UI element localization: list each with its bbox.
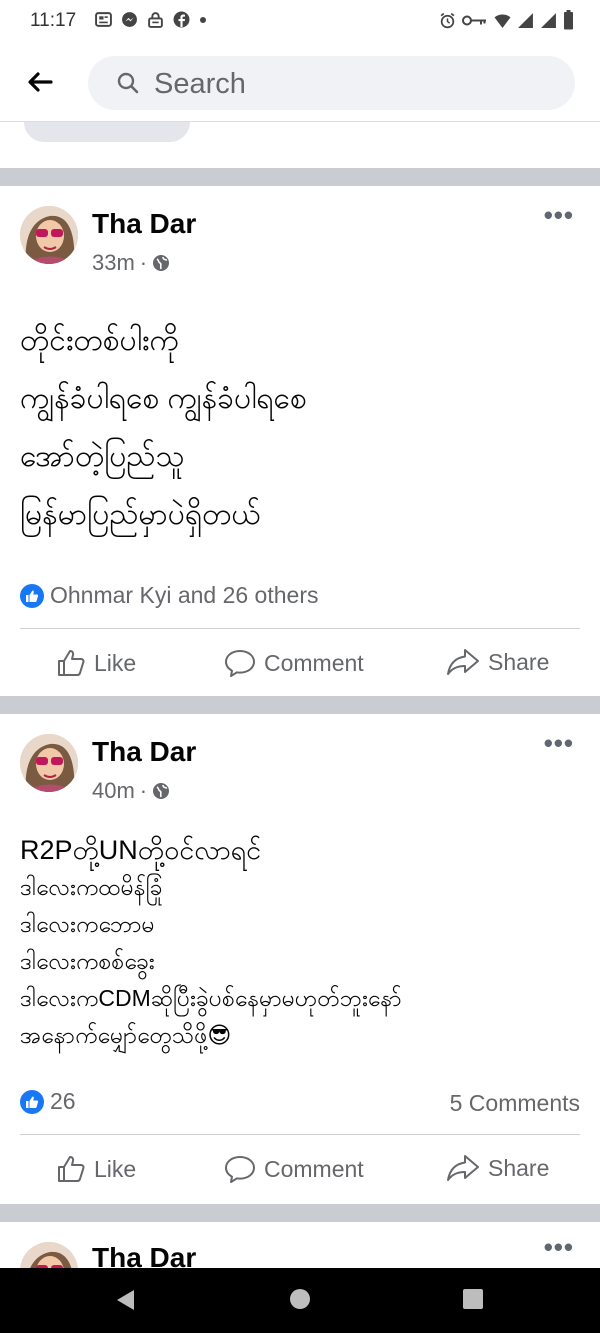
reactions-text: Ohnmar Kyi and 26 others xyxy=(50,582,319,608)
reactions-count: 26 xyxy=(50,1088,76,1114)
share-icon xyxy=(447,1155,479,1181)
reactions-summary[interactable]: Ohnmar Kyi and 26 others xyxy=(20,582,318,609)
comment-icon xyxy=(225,1156,255,1183)
like-button[interactable]: Like xyxy=(56,648,136,678)
square-recents-icon[interactable] xyxy=(462,1288,484,1310)
search-placeholder: Search xyxy=(154,68,246,100)
feed-post: Tha Dar 33m · ••• တိုင်းတစ်ပါးကို ကျွန်ခ… xyxy=(0,186,600,696)
post-author[interactable]: Tha Dar xyxy=(92,208,196,240)
comment-label: Comment xyxy=(264,1155,364,1182)
post-text-line: R2Pတို့UNတို့ဝင်လာရင် xyxy=(20,835,262,865)
feed-divider xyxy=(0,696,600,714)
status-right-icons xyxy=(439,10,574,30)
previous-post-remnant xyxy=(0,122,600,168)
like-label: Like xyxy=(94,1155,137,1182)
status-time: 11:17 xyxy=(30,10,77,31)
feed-post: Tha Dar ••• xyxy=(0,1222,600,1268)
news-icon xyxy=(95,12,112,27)
triangle-back-icon[interactable] xyxy=(114,1288,136,1312)
avatar[interactable] xyxy=(20,1242,78,1268)
lock-icon xyxy=(148,12,163,28)
meta-separator: · xyxy=(139,778,148,803)
avatar-photo xyxy=(20,1242,78,1268)
like-reaction-icon xyxy=(20,1089,44,1114)
post-text-line: အော်တဲ့ပြည်သူ xyxy=(20,440,185,473)
wifi-icon xyxy=(494,14,511,28)
actions-separator xyxy=(20,1134,580,1135)
back-button[interactable] xyxy=(22,64,58,100)
post-meta: 33m · xyxy=(92,250,170,276)
post-text-line: ဒါလေးကထမိန်ခြုံ xyxy=(20,874,163,900)
actions-separator xyxy=(20,628,580,629)
meta-separator: · xyxy=(139,250,148,275)
globe-icon xyxy=(153,255,170,271)
post-meta: 40m · xyxy=(92,778,170,804)
avatar-photo xyxy=(20,206,78,264)
status-bar: 11:17 xyxy=(0,0,600,42)
avatar[interactable] xyxy=(20,206,78,264)
post-time[interactable]: 40m xyxy=(92,778,135,804)
share-label: Share xyxy=(488,648,550,675)
alarm-icon xyxy=(440,12,455,28)
share-button[interactable]: Share xyxy=(446,648,549,676)
post-text-line: ဒါလေးကCDMဆိုပြီးခွဲပစ်နေမှာမဟုတ်ဘူးနော် xyxy=(20,985,402,1011)
battery-icon xyxy=(564,10,573,30)
avatar-photo xyxy=(20,734,78,792)
feed-divider xyxy=(0,168,600,186)
post-time[interactable]: 33m xyxy=(92,250,135,276)
arrow-left-icon xyxy=(28,72,53,92)
thumbs-up-icon xyxy=(58,650,85,676)
globe-icon xyxy=(153,783,170,799)
like-reaction-icon xyxy=(20,583,44,608)
post-body: တိုင်းတစ်ပါးကို ကျွန်ခံပါရစေ ကျွန်ခံပါရစ… xyxy=(20,312,580,544)
post-author[interactable]: Tha Dar xyxy=(92,1242,196,1268)
key-icon xyxy=(462,15,486,25)
post-text-line: မြန်မာပြည်မှာပဲရှိတယ် xyxy=(20,498,261,531)
like-label: Like xyxy=(94,649,137,676)
post-text-line: တိုင်းတစ်ပါးကို xyxy=(20,324,179,357)
post-text-line: အနောက်မျှော်တွေသိဖို့😎 xyxy=(20,1022,232,1048)
feed-post: Tha Dar 40m · ••• R2Pတို့UNတို့ဝင်လာရင် … xyxy=(0,714,600,1220)
post-text-line: ဒါလေးကဘောမ xyxy=(20,911,155,937)
post-author[interactable]: Tha Dar xyxy=(92,736,196,768)
messenger-icon xyxy=(122,12,137,27)
signal-icon xyxy=(518,12,533,28)
status-left-icons xyxy=(95,11,207,28)
share-icon xyxy=(447,649,479,675)
comment-icon xyxy=(225,650,255,677)
comments-count[interactable]: 5 Comments xyxy=(450,1090,580,1117)
comment-button[interactable]: Comment xyxy=(224,648,364,678)
search-icon xyxy=(117,72,139,94)
facebook-icon xyxy=(173,11,190,28)
signal-icon xyxy=(541,12,556,28)
circle-home-icon[interactable] xyxy=(289,1288,311,1310)
search-header: Search xyxy=(0,42,600,122)
post-text-line: ဒါလေးကစစ်ခွေး xyxy=(20,948,155,974)
previous-post-button[interactable] xyxy=(24,122,190,142)
like-button[interactable]: Like xyxy=(56,1154,136,1184)
post-body: R2Pတို့UNတို့ဝင်လာရင် ဒါလေးကထမိန်ခြုံ ဒါ… xyxy=(20,832,580,1054)
more-options-button[interactable]: ••• xyxy=(544,200,574,231)
share-label: Share xyxy=(488,1154,550,1181)
share-button[interactable]: Share xyxy=(446,1154,549,1182)
search-input[interactable]: Search xyxy=(88,56,575,110)
system-nav-bar xyxy=(0,1268,600,1333)
comment-label: Comment xyxy=(264,649,364,676)
post-text-line: ကျွန်ခံပါရစေ ကျွန်ခံပါရစေ xyxy=(20,382,307,415)
thumbs-up-icon xyxy=(58,1156,85,1182)
reactions-summary[interactable]: 26 xyxy=(20,1088,76,1115)
avatar[interactable] xyxy=(20,734,78,792)
dot-icon xyxy=(200,16,206,23)
more-options-button[interactable]: ••• xyxy=(544,1232,574,1263)
comment-button[interactable]: Comment xyxy=(224,1154,364,1184)
more-options-button[interactable]: ••• xyxy=(544,728,574,759)
feed-divider xyxy=(0,1204,600,1222)
